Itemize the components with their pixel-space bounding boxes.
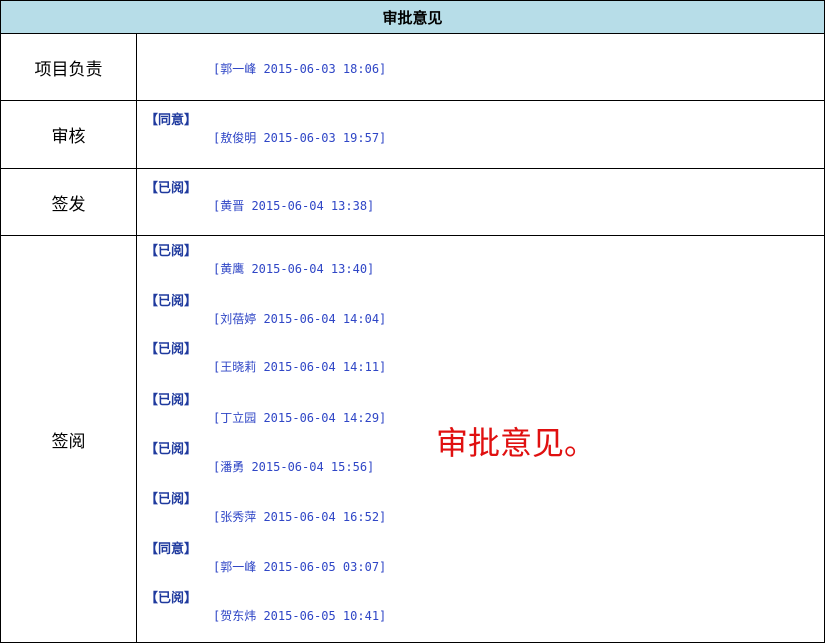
- verdict-text: 【已阅】: [145, 181, 198, 196]
- approval-entry: 【同意】 [敖俊明 2015-06-03 19:57]: [137, 109, 537, 149]
- verdict-text: 【同意】: [145, 542, 198, 557]
- approval-row-issue: 签发 【已阅】 [黄晋 2015-06-04 13:38]: [1, 169, 824, 236]
- approval-entry: 【已阅】 [刘蓓婷 2015-06-04 14:04]: [137, 290, 537, 330]
- signature-text: [郭一峰 2015-06-05 03:07]: [213, 560, 387, 574]
- signature-text: [敖俊明 2015-06-03 19:57]: [213, 131, 387, 145]
- verdict-text: 【同意】: [145, 113, 198, 128]
- signature-text: [王晓莉 2015-06-04 14:11]: [213, 360, 387, 374]
- verdict-text: 【已阅】: [145, 442, 198, 457]
- verdict-text: 【已阅】: [145, 244, 198, 259]
- signature-text: [黄鹰 2015-06-04 13:40]: [213, 262, 375, 276]
- verdict-text: 【已阅】: [145, 342, 198, 357]
- verdict-text: 【已阅】: [145, 492, 198, 507]
- signature-text: [郭一峰 2015-06-03 18:06]: [213, 62, 387, 76]
- approval-row-project-lead: 项目负责 [郭一峰 2015-06-03 18:06]: [1, 34, 824, 101]
- row-content: 【已阅】 [黄晋 2015-06-04 13:38]: [137, 169, 824, 235]
- row-label: 签发: [1, 169, 137, 235]
- signature-text: [张秀萍 2015-06-04 16:52]: [213, 510, 387, 524]
- table-title: 审批意见: [1, 1, 824, 34]
- row-label: 项目负责: [1, 34, 137, 100]
- verdict-text: 【已阅】: [145, 294, 198, 309]
- approval-entry: 【已阅】 [黄晋 2015-06-04 13:38]: [137, 177, 537, 217]
- signature-text: [潘勇 2015-06-04 15:56]: [213, 460, 375, 474]
- approval-entry: 【已阅】 [张秀萍 2015-06-04 16:52]: [137, 488, 537, 528]
- row-label: 审核: [1, 101, 137, 168]
- approval-entry: 【已阅】 [黄鹰 2015-06-04 13:40]: [137, 240, 537, 280]
- signature-text: [黄晋 2015-06-04 13:38]: [213, 199, 375, 213]
- signature-text: [贺东炜 2015-06-05 10:41]: [213, 609, 387, 623]
- annotation-text: 审批意见。: [436, 424, 597, 462]
- approval-entry: 【已阅】 [贺东炜 2015-06-05 10:41]: [137, 587, 537, 627]
- row-content: 【同意】 [敖俊明 2015-06-03 19:57]: [137, 101, 824, 168]
- approval-entry: 【已阅】 [王晓莉 2015-06-04 14:11]: [137, 338, 537, 378]
- verdict-text: 【已阅】: [145, 393, 198, 408]
- signature-text: [丁立园 2015-06-04 14:29]: [213, 411, 387, 425]
- approval-row-read: 签阅 【已阅】 [黄鹰 2015-06-04 13:40] 【已阅】 [刘蓓婷 …: [1, 236, 824, 642]
- approval-entry: 【同意】 [郭一峰 2015-06-05 03:07]: [137, 538, 537, 578]
- approval-table: 审批意见 项目负责 [郭一峰 2015-06-03 18:06] 审核 【同意】…: [0, 0, 825, 643]
- verdict-text: 【已阅】: [145, 591, 198, 606]
- approval-row-review: 审核 【同意】 [敖俊明 2015-06-03 19:57]: [1, 101, 824, 169]
- approval-entry: [郭一峰 2015-06-03 18:06]: [137, 40, 537, 80]
- signature-text: [刘蓓婷 2015-06-04 14:04]: [213, 312, 387, 326]
- row-label: 签阅: [1, 236, 137, 642]
- row-content: [郭一峰 2015-06-03 18:06]: [137, 34, 824, 100]
